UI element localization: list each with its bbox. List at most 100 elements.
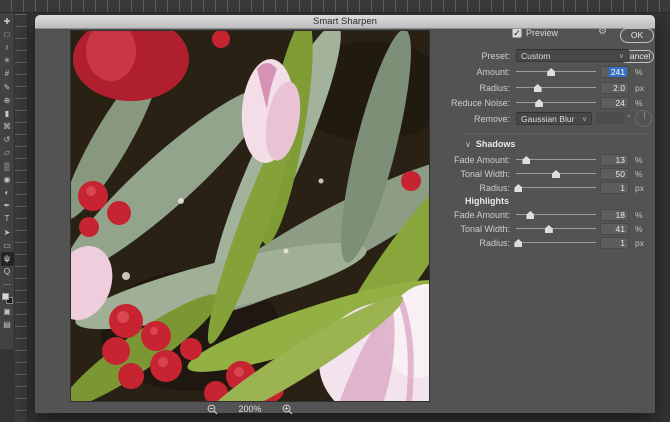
highlights-radius-slider[interactable]: [514, 237, 596, 249]
color-swatches[interactable]: [1, 292, 14, 305]
highlights-tonal-slider[interactable]: [516, 223, 596, 235]
photoshop-window: ✚ □ ≀ ✳ # ✎ ⊕ ▮ ⌘ ↺ ▱ ▒ ◉ ◐ ✒ T ➤ ▭ ψ Q ⋯ ▣ ▤ Smart Sharpen: [0, 0, 670, 422]
dialog-titlebar[interactable]: Smart Sharpen: [35, 15, 655, 29]
ok-button[interactable]: OK: [620, 28, 654, 43]
shape-tool-icon[interactable]: ▭: [1, 239, 14, 252]
divider: [460, 133, 648, 134]
amount-row: Amount: 241 %: [35, 66, 655, 78]
healing-brush-tool-icon[interactable]: ⊕: [1, 94, 14, 107]
highlights-radius-label: Radius:: [479, 238, 510, 248]
shadows-radius-label: Radius:: [479, 183, 510, 193]
shadows-fade-value[interactable]: 13: [600, 154, 629, 166]
shadows-tonal-slider[interactable]: [516, 168, 596, 180]
gradient-tool-icon[interactable]: ▒: [1, 160, 14, 173]
marquee-tool-icon[interactable]: □: [1, 28, 14, 41]
dodge-tool-icon[interactable]: ◐: [1, 186, 14, 199]
shadows-fade-unit: %: [635, 155, 643, 165]
reduce-noise-value[interactable]: 24: [600, 97, 629, 109]
shadows-header[interactable]: ∨ Shadows: [465, 139, 515, 149]
shadows-tonal-row: Tonal Width: 50 %: [35, 168, 655, 180]
highlights-header[interactable]: Highlights: [465, 196, 509, 206]
slider-thumb[interactable]: [544, 225, 553, 233]
more-tools-icon[interactable]: ⋯: [1, 279, 14, 292]
slider-thumb[interactable]: [535, 99, 544, 107]
zoom-tool-icon[interactable]: Q: [1, 266, 14, 279]
shadows-fade-row: Fade Amount: 13 %: [35, 154, 655, 166]
reduce-noise-label: Reduce Noise:: [450, 98, 510, 108]
type-tool-icon[interactable]: T: [1, 213, 14, 226]
vertical-ruler: [15, 13, 28, 422]
quick-mask-icon[interactable]: ▣: [1, 305, 14, 318]
highlights-radius-value[interactable]: 1: [600, 237, 629, 249]
remove-dropdown[interactable]: Gaussian Blur ∨: [516, 112, 592, 125]
horizontal-ruler: [0, 0, 670, 13]
slider-thumb[interactable]: [552, 170, 560, 178]
shadows-tonal-label: Tonal Width:: [460, 169, 510, 179]
highlights-radius-unit: px: [635, 238, 644, 248]
lasso-tool-icon[interactable]: ≀: [1, 41, 14, 54]
highlights-tonal-unit: %: [635, 224, 643, 234]
angle-value-field: [596, 112, 624, 124]
shadows-fade-label: Fade Amount:: [453, 155, 510, 165]
amount-slider[interactable]: [516, 66, 596, 78]
amount-unit: %: [635, 67, 643, 77]
brush-tool-icon[interactable]: ▮: [1, 107, 14, 120]
amount-label: Amount:: [476, 67, 510, 77]
zoom-level[interactable]: 200%: [238, 404, 261, 414]
highlights-fade-slider[interactable]: [516, 209, 596, 221]
degree-unit: °: [627, 113, 631, 123]
gear-icon[interactable]: ⚙: [598, 27, 607, 37]
slider-thumb[interactable]: [514, 239, 523, 247]
highlights-tonal-value[interactable]: 41: [600, 223, 629, 235]
magnifier-minus-icon[interactable]: [206, 403, 218, 415]
blur-tool-icon[interactable]: ◉: [1, 173, 14, 186]
amount-value[interactable]: 241: [600, 66, 629, 78]
highlights-fade-row: Fade Amount: 18 %: [35, 209, 655, 221]
history-brush-tool-icon[interactable]: ↺: [1, 134, 14, 147]
tool-strip: ✚ □ ≀ ✳ # ✎ ⊕ ▮ ⌘ ↺ ▱ ▒ ◉ ◐ ✒ T ➤ ▭ ψ Q ⋯ ▣ ▤: [0, 13, 15, 349]
magnifier-plus-icon[interactable]: [282, 403, 294, 415]
radius-value[interactable]: 2.0: [600, 82, 629, 94]
highlights-radius-row: Radius: 1 px: [35, 237, 655, 249]
clone-stamp-tool-icon[interactable]: ⌘: [1, 121, 14, 134]
radius-unit: px: [635, 83, 644, 93]
slider-thumb[interactable]: [514, 184, 523, 192]
slider-thumb[interactable]: [522, 156, 531, 164]
shadows-radius-slider[interactable]: [514, 182, 596, 194]
eraser-tool-icon[interactable]: ▱: [1, 147, 14, 160]
preview-checkbox-label: Preview: [526, 28, 559, 38]
highlights-tonal-label: Tonal Width:: [460, 224, 510, 234]
chevron-down-icon: ∨: [465, 140, 471, 149]
shadows-tonal-unit: %: [635, 169, 643, 179]
hand-tool-icon[interactable]: ψ: [0, 252, 14, 266]
slider-thumb[interactable]: [533, 84, 542, 92]
angle-dial: [635, 110, 652, 127]
highlights-tonal-row: Tonal Width: 41 %: [35, 223, 655, 235]
radius-slider[interactable]: [516, 82, 596, 94]
move-tool-icon[interactable]: ✚: [1, 15, 14, 28]
slider-thumb[interactable]: [526, 211, 535, 219]
highlights-fade-label: Fade Amount:: [453, 210, 510, 220]
remove-label: Remove:: [473, 114, 510, 124]
highlights-fade-unit: %: [635, 210, 643, 220]
dialog-title: Smart Sharpen: [313, 16, 377, 27]
pen-tool-icon[interactable]: ✒: [1, 200, 14, 213]
reduce-noise-unit: %: [635, 98, 643, 108]
preset-dropdown[interactable]: Custom ∨: [516, 49, 629, 62]
highlights-fade-value[interactable]: 18: [600, 209, 629, 221]
reduce-noise-row: Reduce Noise: 24 %: [35, 97, 655, 109]
smart-sharpen-dialog: Smart Sharpen 200% ✓ Preview ⚙ OK Cancel…: [35, 15, 655, 415]
eyedropper-tool-icon[interactable]: ✎: [1, 81, 14, 94]
shadows-fade-slider[interactable]: [516, 154, 596, 166]
slider-thumb[interactable]: [547, 68, 556, 76]
path-select-tool-icon[interactable]: ➤: [1, 226, 14, 239]
screen-mode-icon[interactable]: ▤: [1, 318, 14, 331]
reduce-noise-slider[interactable]: [516, 97, 596, 109]
shadows-radius-value[interactable]: 1: [600, 182, 629, 194]
magic-wand-tool-icon[interactable]: ✳: [1, 55, 14, 68]
radius-label: Radius:: [479, 83, 510, 93]
shadows-tonal-value[interactable]: 50: [600, 168, 629, 180]
preset-label: Preset:: [481, 51, 510, 61]
crop-tool-icon[interactable]: #: [1, 68, 14, 81]
preview-checkbox[interactable]: ✓: [512, 28, 522, 38]
